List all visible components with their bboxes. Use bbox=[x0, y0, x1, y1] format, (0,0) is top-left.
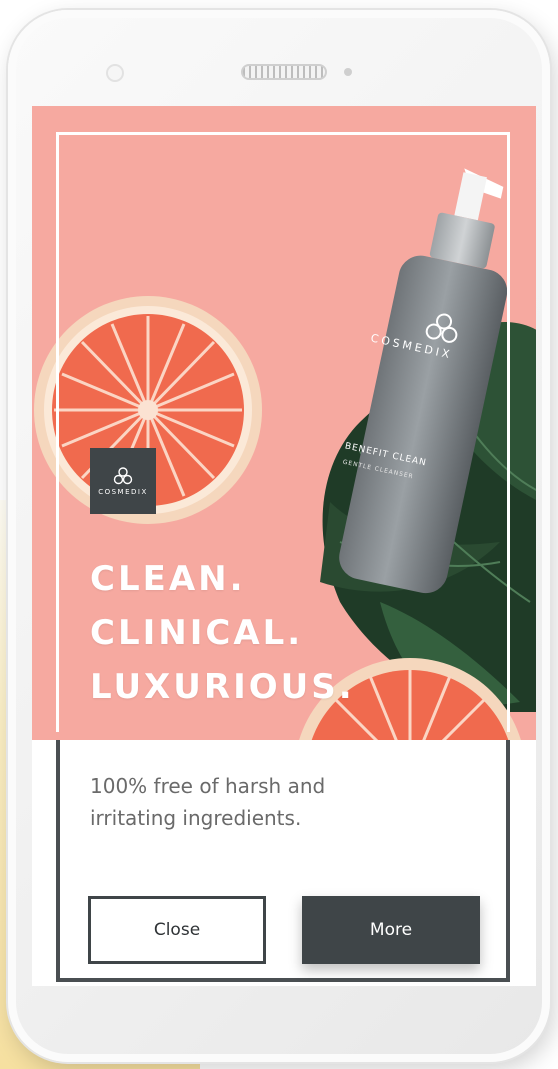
tagline: 100% free of harsh and irritating ingred… bbox=[90, 770, 470, 834]
close-button[interactable]: Close bbox=[88, 896, 266, 964]
brand-logo: COSMEDIX bbox=[90, 448, 156, 514]
tagline-line-1: 100% free of harsh and bbox=[90, 774, 326, 798]
headline-line-1: CLEAN. bbox=[90, 559, 246, 599]
logo-wordmark: COSMEDIX bbox=[98, 488, 148, 496]
phone-frame: COSMEDIX BENEFIT CLEAN GENTLE CLEANSER C… bbox=[8, 10, 550, 1062]
earpiece-speaker-icon bbox=[241, 64, 327, 80]
tagline-line-2: irritating ingredients. bbox=[90, 806, 302, 830]
more-button[interactable]: More bbox=[302, 896, 480, 964]
proximity-sensor-icon bbox=[344, 68, 352, 76]
headline-line-2: CLINICAL. bbox=[90, 613, 304, 653]
headline: CLEAN. CLINICAL. LUXURIOUS. bbox=[90, 552, 355, 714]
front-camera-icon bbox=[106, 64, 124, 82]
hero-image: COSMEDIX BENEFIT CLEAN GENTLE CLEANSER C… bbox=[32, 106, 536, 740]
headline-line-3: LUXURIOUS. bbox=[90, 667, 355, 707]
molecule-logo-icon bbox=[113, 467, 133, 485]
ad-screen: COSMEDIX BENEFIT CLEAN GENTLE CLEANSER C… bbox=[32, 106, 536, 986]
